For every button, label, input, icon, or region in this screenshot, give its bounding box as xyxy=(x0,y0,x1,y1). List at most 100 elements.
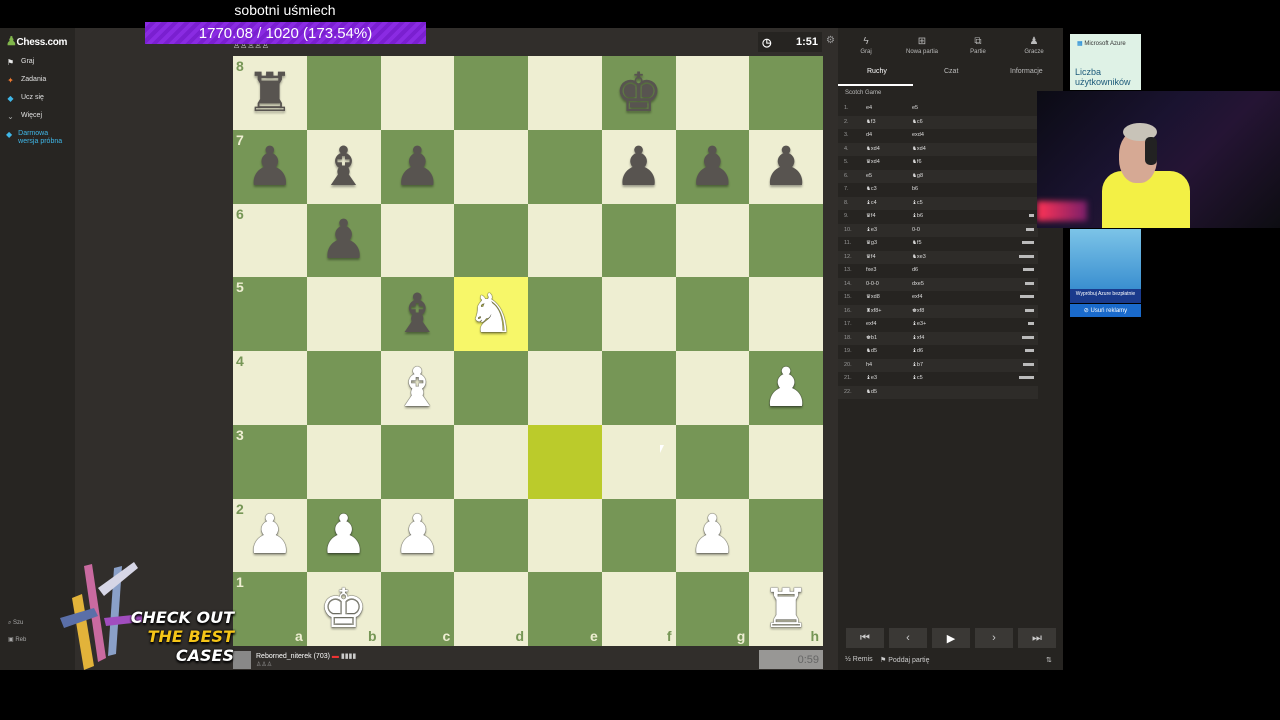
square-f7[interactable]: ♟ xyxy=(601,129,676,204)
square-d2[interactable] xyxy=(454,498,528,573)
chess-piece-icon[interactable]: ♟ xyxy=(381,130,455,204)
white-move[interactable]: ♜xf8+ xyxy=(866,308,881,314)
chesscom-logo[interactable]: ♟Chess.com xyxy=(6,34,67,48)
square-b8[interactable] xyxy=(306,56,381,130)
white-move[interactable]: ♞c3 xyxy=(866,186,877,192)
square-f5[interactable] xyxy=(601,277,676,351)
tab-players[interactable]: ♟ Gracze xyxy=(1006,36,1062,55)
sidebar-profile[interactable]: ▣ Reb xyxy=(8,636,26,643)
white-move[interactable]: ♞xd4 xyxy=(866,146,880,152)
draw-button[interactable]: ½ Remis xyxy=(845,656,873,663)
square-a4[interactable]: 4 xyxy=(233,351,307,425)
square-a8[interactable]: 8 ♜ xyxy=(233,56,307,130)
tab-games[interactable]: ⧉ Partie xyxy=(950,36,1006,55)
square-d7[interactable] xyxy=(454,129,528,204)
black-move[interactable]: ♝c5 xyxy=(912,200,923,206)
tab-new-game[interactable]: ⊞ Nowa partia xyxy=(894,36,950,55)
white-move[interactable]: fxe3 xyxy=(866,267,876,273)
square-a2[interactable]: 2 ♟ xyxy=(233,498,307,573)
chess-piece-icon[interactable]: ♟ xyxy=(307,499,381,573)
square-c8[interactable] xyxy=(380,56,455,130)
square-d6[interactable] xyxy=(454,203,528,278)
square-d4[interactable] xyxy=(454,351,528,425)
flip-board-icon[interactable]: ⇅ xyxy=(1046,656,1052,664)
square-g6[interactable] xyxy=(675,203,750,278)
chess-board[interactable]: 8 ♜ ♚ 7 ♟ ♝ ♟ ♟ ♟ ♟ 6 ♟ 5 ♝ ♞ 4 ♝ ♟ 3 2 ♟ ♟ ♟ ♟ 1 a b ♚ c d e f g h ♜ xyxy=(233,56,823,646)
square-d5[interactable]: ♞ xyxy=(454,277,528,351)
white-move[interactable]: ♝c4 xyxy=(866,200,877,206)
square-e8[interactable] xyxy=(528,56,602,130)
black-move[interactable]: dxe5 xyxy=(912,281,924,287)
square-b6[interactable]: ♟ xyxy=(306,203,381,278)
black-move[interactable]: ♞xd4 xyxy=(912,146,926,152)
black-move[interactable]: exf4 xyxy=(912,294,922,300)
ad-cta[interactable]: Wypróbuj Azure bezpłatnie xyxy=(1070,289,1141,303)
last-move-button[interactable]: ⏭ xyxy=(1018,628,1056,648)
sidebar-item-puzzles[interactable]: ✦ Zadania xyxy=(6,76,46,85)
chess-piece-icon[interactable]: ♟ xyxy=(749,130,823,204)
square-f4[interactable] xyxy=(601,351,676,425)
chess-piece-icon[interactable]: ♟ xyxy=(676,499,750,573)
next-move-button[interactable]: › xyxy=(975,628,1013,648)
white-move[interactable]: ♛g3 xyxy=(866,240,877,246)
chess-piece-icon[interactable]: ♚ xyxy=(307,572,381,646)
subtab-info[interactable]: Informacje xyxy=(1010,68,1043,75)
square-g5[interactable] xyxy=(675,277,750,351)
square-g3[interactable] xyxy=(675,424,750,499)
first-move-button[interactable]: ⏮ xyxy=(846,628,884,648)
square-h8[interactable] xyxy=(749,56,823,130)
sidebar-item-learn[interactable]: ◆ Ucz się xyxy=(6,94,44,103)
black-move[interactable]: ♝e3+ xyxy=(912,321,926,327)
square-f2[interactable] xyxy=(601,498,676,573)
square-b4[interactable] xyxy=(306,351,381,425)
chess-piece-icon[interactable]: ♝ xyxy=(381,351,455,425)
black-move[interactable]: ♚xf8 xyxy=(912,308,924,314)
square-h2[interactable] xyxy=(749,498,823,573)
chess-piece-icon[interactable]: ♜ xyxy=(233,56,307,130)
square-f6[interactable] xyxy=(601,203,676,278)
sidebar-item-trial[interactable]: ◆ Darmowa wersja próbna xyxy=(6,130,66,146)
chess-piece-icon[interactable]: ♚ xyxy=(602,56,676,130)
square-g7[interactable]: ♟ xyxy=(675,129,750,204)
square-c5[interactable]: ♝ xyxy=(380,277,455,351)
square-b3[interactable] xyxy=(306,424,381,499)
white-move[interactable]: ♞d5 xyxy=(866,348,877,354)
square-e6[interactable] xyxy=(528,203,602,278)
square-g2[interactable]: ♟ xyxy=(675,498,750,573)
white-move[interactable]: exf4 xyxy=(866,321,876,327)
black-move[interactable]: b6 xyxy=(912,186,918,192)
square-c7[interactable]: ♟ xyxy=(380,129,455,204)
square-e3[interactable] xyxy=(528,424,602,499)
square-g4[interactable] xyxy=(675,351,750,425)
square-f1[interactable]: f xyxy=(601,572,676,646)
square-b7[interactable]: ♝ xyxy=(306,129,381,204)
square-h7[interactable]: ♟ xyxy=(749,129,823,204)
white-move[interactable]: ♛f4 xyxy=(866,213,876,219)
black-move[interactable]: 0-0 xyxy=(912,227,920,233)
play-button[interactable]: ▶ xyxy=(932,628,970,648)
sidebar-search[interactable]: ⌕ Szu xyxy=(8,620,23,627)
chess-piece-icon[interactable]: ♟ xyxy=(233,499,307,573)
square-c6[interactable] xyxy=(380,203,455,278)
subtab-moves[interactable]: Ruchy xyxy=(867,68,887,75)
white-move[interactable]: ♝e3 xyxy=(866,227,877,233)
square-h4[interactable]: ♟ xyxy=(749,351,823,425)
white-move[interactable]: 0-0-0 xyxy=(866,281,879,287)
chess-piece-icon[interactable]: ♝ xyxy=(381,277,455,351)
square-a6[interactable]: 6 xyxy=(233,203,307,278)
chess-piece-icon[interactable]: ♟ xyxy=(307,204,381,278)
white-move[interactable]: ♚b1 xyxy=(866,335,877,341)
square-a1[interactable]: 1a xyxy=(233,572,307,646)
chess-piece-icon[interactable]: ♟ xyxy=(749,351,823,425)
chess-piece-icon[interactable]: ♝ xyxy=(307,130,381,204)
white-move[interactable]: ♛xd4 xyxy=(866,159,880,165)
remove-ads-button[interactable]: ⊘ Usuń reklamy xyxy=(1070,304,1141,317)
black-move[interactable]: ♞g8 xyxy=(912,173,923,179)
chess-piece-icon[interactable]: ♟ xyxy=(233,130,307,204)
chess-piece-icon[interactable]: ♟ xyxy=(381,499,455,573)
subtab-chat[interactable]: Czat xyxy=(944,68,958,75)
square-g8[interactable] xyxy=(675,56,750,130)
square-f3[interactable] xyxy=(601,424,676,499)
chess-piece-icon[interactable]: ♟ xyxy=(602,130,676,204)
white-move[interactable]: e5 xyxy=(866,173,872,179)
